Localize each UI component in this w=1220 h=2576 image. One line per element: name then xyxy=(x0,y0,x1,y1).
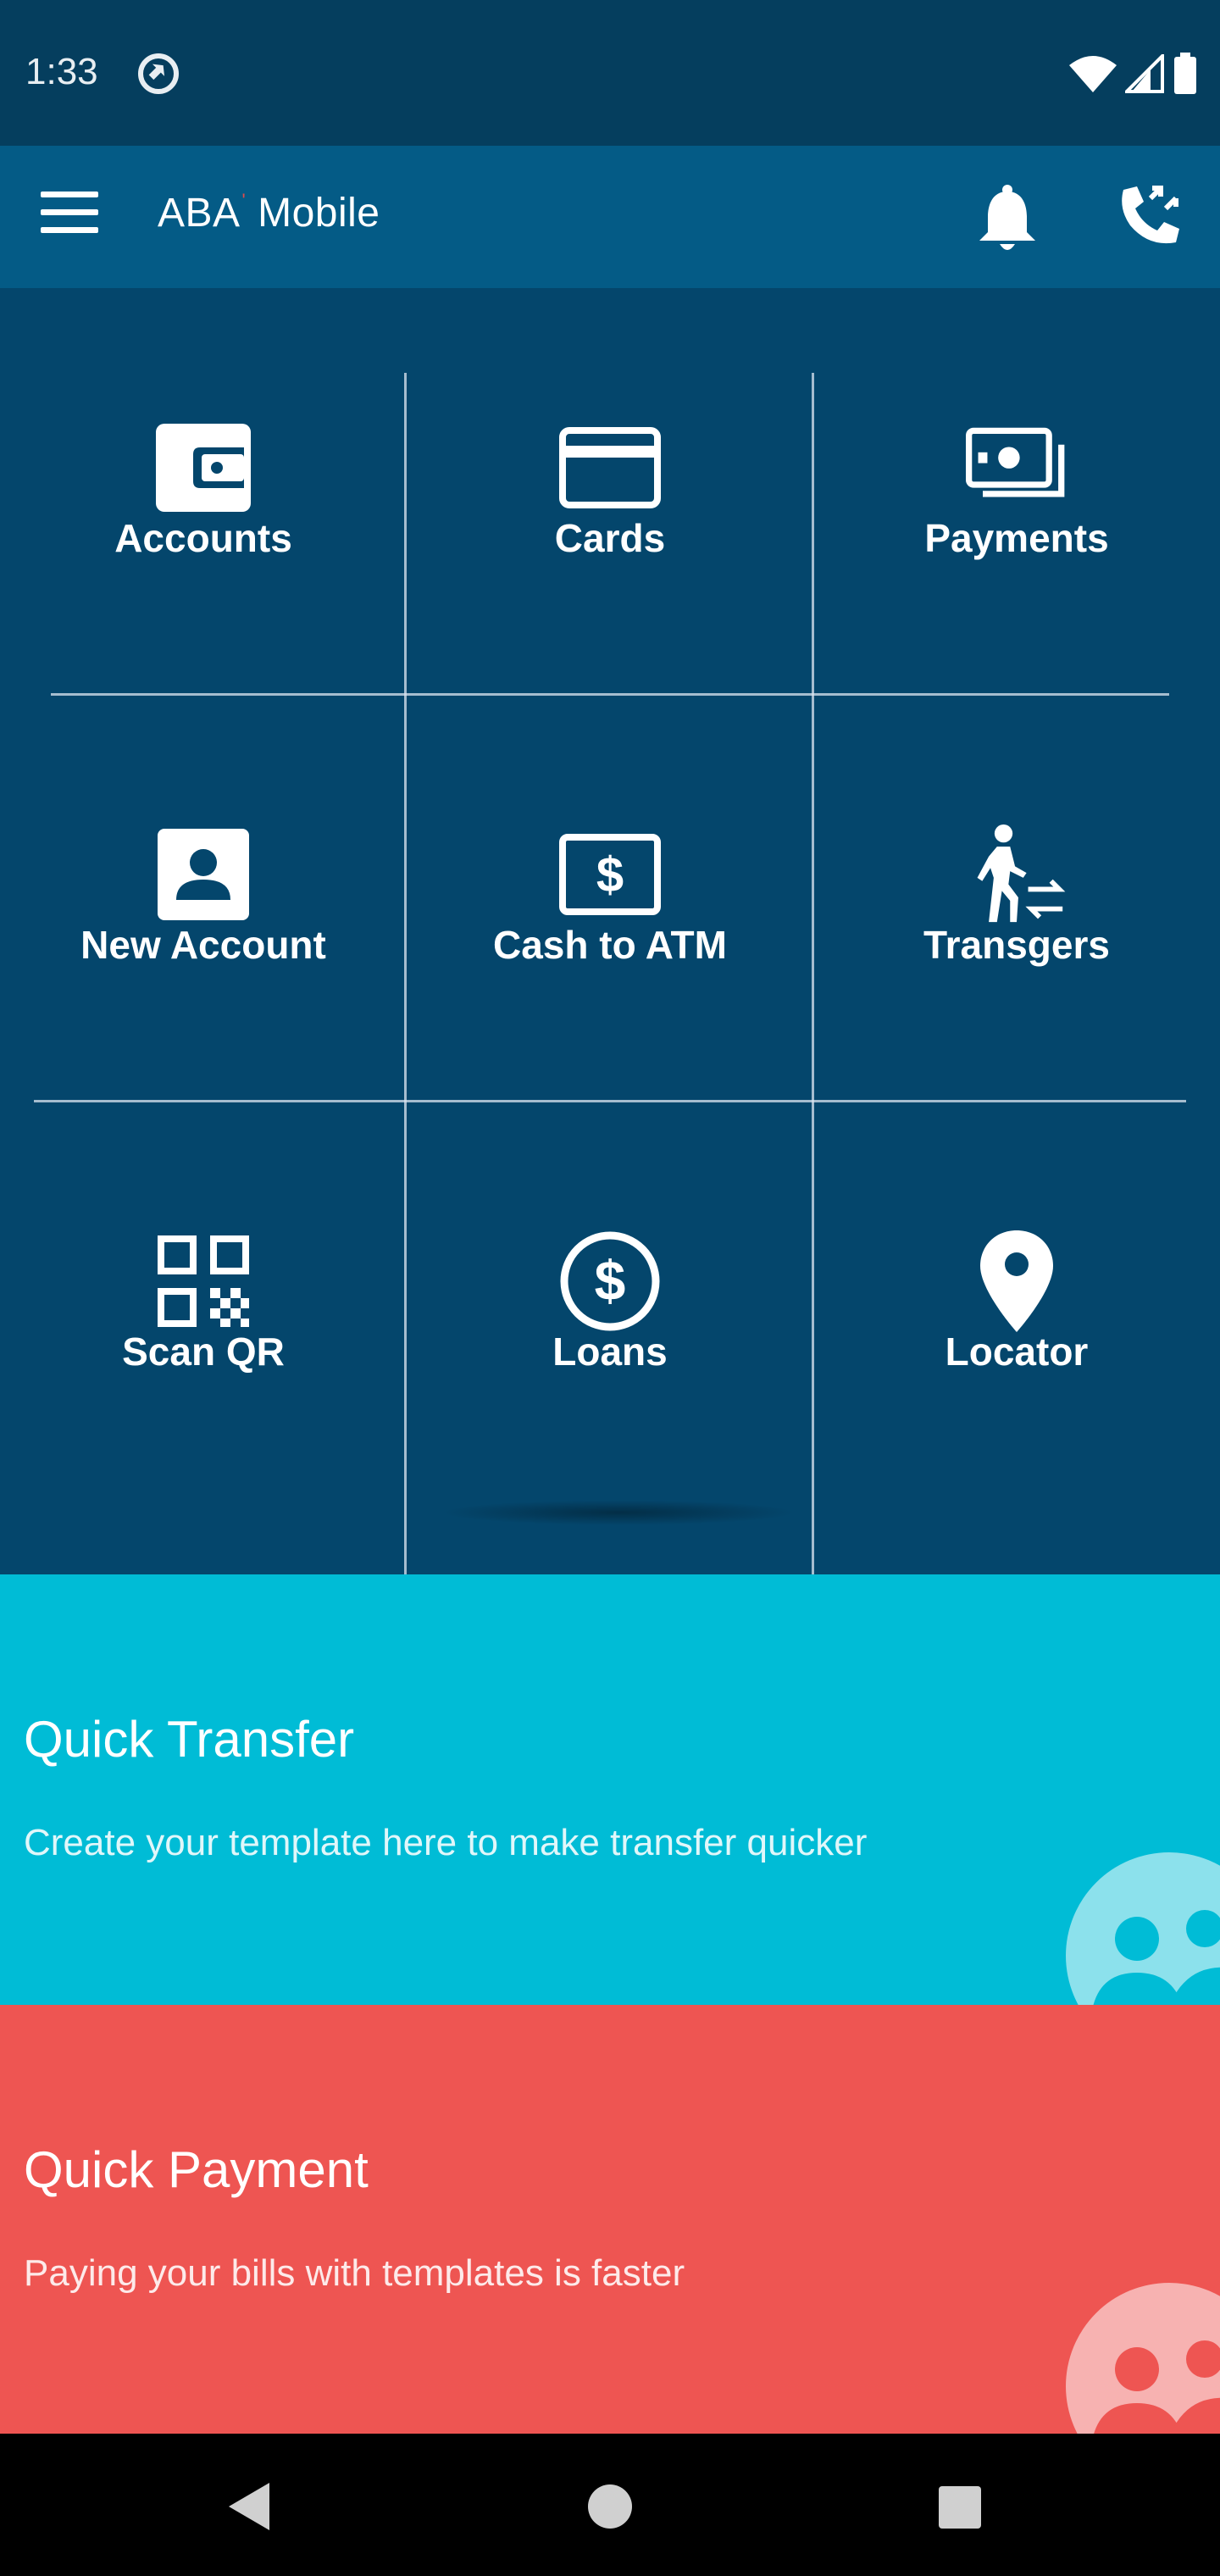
tile-loans[interactable]: $ Loans xyxy=(407,1102,813,1508)
map-pin-icon xyxy=(966,1230,1068,1332)
tile-label: Payments xyxy=(924,516,1109,560)
tile-label: New Account xyxy=(80,923,326,967)
people-icon xyxy=(1066,2283,1220,2435)
tile-label: Scan QR xyxy=(122,1330,285,1374)
svg-text:$: $ xyxy=(596,847,624,902)
menu-grid: Accounts Cards Payments New Account $ Ca… xyxy=(0,288,1220,1576)
app-title-brand: ABA xyxy=(158,191,241,236)
back-icon[interactable] xyxy=(229,2483,269,2530)
qr-code-icon xyxy=(152,1230,254,1332)
credit-card-icon xyxy=(559,417,661,519)
phone-call-icon[interactable] xyxy=(1115,183,1183,251)
tile-label: Accounts xyxy=(114,516,292,560)
app-title-suffix: Mobile xyxy=(258,191,380,236)
people-icon xyxy=(1066,1852,1220,2005)
dollar-circle-icon: $ xyxy=(559,1230,661,1332)
status-time: 1:33 xyxy=(25,51,98,92)
bell-icon[interactable] xyxy=(974,183,1040,253)
grid-shadow xyxy=(441,1500,796,1525)
menu-icon-bar xyxy=(41,227,98,233)
tile-label: Locator xyxy=(945,1330,1089,1374)
tile-accounts[interactable]: Accounts xyxy=(0,288,407,695)
quick-transfer-title: Quick Transfer xyxy=(24,1711,355,1768)
tile-new-account[interactable]: New Account xyxy=(0,695,407,1102)
quick-transfer-description: Create your template here to make transf… xyxy=(24,1822,868,1863)
home-icon[interactable] xyxy=(588,2484,632,2529)
quick-payment-card[interactable]: Quick Payment Paying your bills with tem… xyxy=(0,2005,1220,2435)
tile-locator[interactable]: Locator xyxy=(813,1102,1220,1508)
app-bar: ABA' Mobile xyxy=(0,146,1220,288)
signal-icon xyxy=(1125,54,1164,93)
tile-transfers[interactable]: Transgers xyxy=(813,695,1220,1102)
dollar-bill-icon: $ xyxy=(559,824,661,925)
tile-scan-qr[interactable]: Scan QR xyxy=(0,1102,407,1508)
app-title-mark: ' xyxy=(241,190,247,211)
cash-stack-icon xyxy=(966,417,1068,519)
quick-payment-description: Paying your bills with templates is fast… xyxy=(24,2252,685,2294)
status-icons xyxy=(1069,53,1198,95)
app-title: ABA' Mobile xyxy=(158,190,380,236)
menu-button[interactable] xyxy=(41,192,98,242)
recents-icon[interactable] xyxy=(939,2486,981,2529)
tile-label: Transgers xyxy=(923,923,1110,967)
sync-icon xyxy=(138,53,179,94)
menu-icon-bar xyxy=(41,209,98,215)
quick-payment-title: Quick Payment xyxy=(24,2141,369,2198)
quick-transfer-card[interactable]: Quick Transfer Create your template here… xyxy=(0,1574,1220,2005)
tile-label: Loans xyxy=(552,1330,668,1374)
tile-cards[interactable]: Cards xyxy=(407,288,813,695)
walking-transfer-icon xyxy=(966,824,1068,925)
wifi-icon xyxy=(1069,56,1117,92)
menu-icon-bar xyxy=(41,192,98,197)
tile-cash-to-atm[interactable]: $ Cash to ATM xyxy=(407,695,813,1102)
wallet-icon xyxy=(152,417,254,519)
battery-icon xyxy=(1174,53,1196,94)
tile-payments[interactable]: Payments xyxy=(813,288,1220,695)
tile-label: Cash to ATM xyxy=(493,923,727,967)
tile-label: Cards xyxy=(554,516,666,560)
contact-card-icon xyxy=(152,824,254,925)
system-nav-bar xyxy=(0,2434,1220,2576)
svg-text:$: $ xyxy=(595,1249,626,1312)
status-bar: 1:33 xyxy=(0,0,1220,146)
